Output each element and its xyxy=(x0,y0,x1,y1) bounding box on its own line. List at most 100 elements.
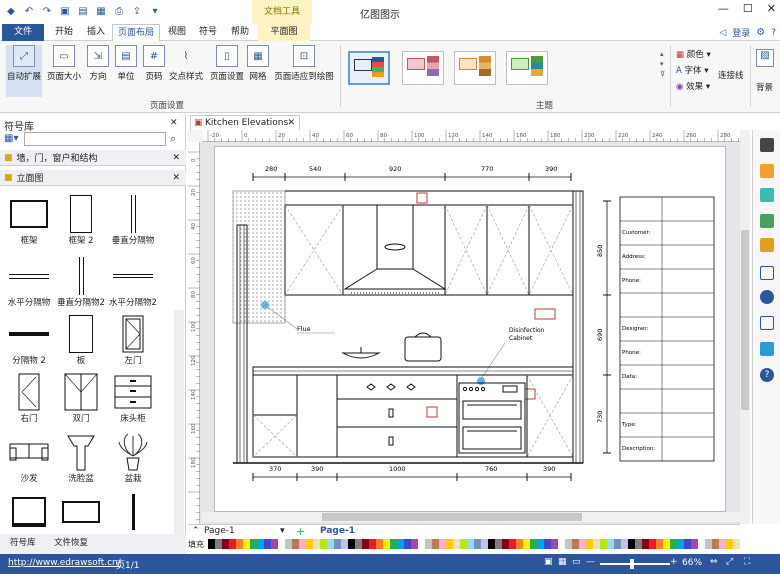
view-normal-icon[interactable]: ▣ xyxy=(544,557,553,567)
panel-close-icon[interactable]: ✕ xyxy=(170,118,178,128)
fit-width-icon[interactable]: ⇔ xyxy=(710,557,718,567)
color-swatch[interactable] xyxy=(712,539,719,549)
document-tab[interactable]: ▣ Kitchen Elevations ✕ xyxy=(190,115,300,130)
color-swatch[interactable] xyxy=(726,539,733,549)
color-swatch[interactable] xyxy=(278,539,285,549)
view-grid-icon[interactable]: ▦ xyxy=(558,557,567,567)
horizontal-scrollbar[interactable] xyxy=(202,512,740,522)
color-swatch[interactable] xyxy=(404,539,411,549)
color-swatch[interactable] xyxy=(614,539,621,549)
color-swatch[interactable] xyxy=(719,539,726,549)
fullscreen-icon[interactable]: ⛶ xyxy=(744,557,750,567)
color-swatch[interactable] xyxy=(432,539,439,549)
symbol-horizontal-divider-2[interactable]: 水平分隔物2 xyxy=(104,256,162,312)
color-swatch[interactable] xyxy=(551,539,558,549)
maximize-icon[interactable]: ☐ xyxy=(743,2,753,15)
color-swatch[interactable] xyxy=(495,539,502,549)
comment-icon[interactable] xyxy=(760,342,774,356)
color-swatch[interactable] xyxy=(523,539,530,549)
color-swatch[interactable] xyxy=(565,539,572,549)
color-option[interactable]: ▦ 颜色 ▾ xyxy=(676,47,711,63)
color-swatch[interactable] xyxy=(698,539,705,549)
settings-icon[interactable]: ⚙ xyxy=(756,27,765,38)
color-swatch[interactable] xyxy=(516,539,523,549)
search-icon[interactable]: ⌕ xyxy=(170,132,176,146)
view-page-icon[interactable]: ▭ xyxy=(572,557,581,567)
page-setup-button[interactable]: ▯ 页面设置 xyxy=(208,45,246,82)
close-icon[interactable]: ✕ xyxy=(767,2,776,15)
color-swatch[interactable] xyxy=(229,539,236,549)
library-scrollbar[interactable] xyxy=(174,310,184,542)
app-logo-icon[interactable]: ◆ xyxy=(4,4,18,18)
horizontal-scroll-thumb[interactable] xyxy=(322,513,582,521)
symbol-vertical-divider-2[interactable]: 垂直分隔物2 xyxy=(52,256,110,312)
symbol-board[interactable]: 板 xyxy=(52,314,110,370)
tab-file-recovery[interactable]: 文件恢复 xyxy=(54,536,88,548)
open-icon[interactable]: ▤ xyxy=(76,4,90,18)
color-swatch[interactable] xyxy=(376,539,383,549)
color-swatch[interactable] xyxy=(691,539,698,549)
color-swatch[interactable] xyxy=(544,539,551,549)
color-swatch[interactable] xyxy=(355,539,362,549)
zoom-out-icon[interactable]: — xyxy=(586,557,595,567)
color-swatch[interactable] xyxy=(306,539,313,549)
color-swatch[interactable] xyxy=(530,539,537,549)
new-icon[interactable]: ▣ xyxy=(58,4,72,18)
tab-help[interactable]: 帮助 xyxy=(226,24,254,41)
theme-option-2[interactable] xyxy=(402,51,444,85)
disinfection-marker[interactable] xyxy=(477,377,485,385)
effect-option[interactable]: ◉ 效果 ▾ xyxy=(676,79,711,95)
color-swatch[interactable] xyxy=(348,539,355,549)
image-icon[interactable] xyxy=(760,214,774,228)
page-dropdown-icon[interactable]: ▾ xyxy=(280,526,285,536)
color-swatch[interactable] xyxy=(733,539,740,549)
background-icon[interactable]: ▨ xyxy=(756,49,774,67)
color-swatch[interactable] xyxy=(313,539,320,549)
fill-icon[interactable] xyxy=(760,164,774,178)
color-swatches[interactable] xyxy=(208,539,740,549)
color-swatch[interactable] xyxy=(600,539,607,549)
color-swatch[interactable] xyxy=(292,539,299,549)
color-swatch[interactable] xyxy=(285,539,292,549)
color-swatch[interactable] xyxy=(215,539,222,549)
color-swatch[interactable] xyxy=(474,539,481,549)
color-swatch[interactable] xyxy=(628,539,635,549)
color-swatch[interactable] xyxy=(390,539,397,549)
color-swatch[interactable] xyxy=(467,539,474,549)
page-tab-1[interactable]: Page-1 xyxy=(320,526,355,536)
color-swatch[interactable] xyxy=(299,539,306,549)
color-swatch[interactable] xyxy=(250,539,257,549)
symbol-nightstand[interactable]: 床头柜 xyxy=(104,372,162,428)
color-swatch[interactable] xyxy=(334,539,341,549)
share-icon[interactable]: ◁ xyxy=(719,28,726,38)
color-swatch[interactable] xyxy=(446,539,453,549)
color-swatch[interactable] xyxy=(579,539,586,549)
color-swatch[interactable] xyxy=(362,539,369,549)
page-icon[interactable] xyxy=(760,266,774,280)
color-swatch[interactable] xyxy=(411,539,418,549)
tab-symbol-library[interactable]: 符号库 xyxy=(10,536,36,548)
color-swatch[interactable] xyxy=(621,539,628,549)
color-swatch[interactable] xyxy=(663,539,670,549)
symbol-right-door[interactable]: 右门 xyxy=(0,372,58,428)
page-selector[interactable]: Page-1 xyxy=(204,526,235,536)
color-swatch[interactable] xyxy=(670,539,677,549)
color-swatch[interactable] xyxy=(243,539,250,549)
color-swatch[interactable] xyxy=(649,539,656,549)
section-close-icon[interactable]: ✕ xyxy=(172,173,180,183)
symbol-window[interactable] xyxy=(52,492,110,532)
color-swatch[interactable] xyxy=(509,539,516,549)
color-swatch[interactable] xyxy=(222,539,229,549)
format-painter-icon[interactable] xyxy=(760,138,774,152)
help-icon[interactable]: ? xyxy=(771,28,776,38)
vertical-scrollbar[interactable] xyxy=(740,130,750,524)
color-swatch[interactable] xyxy=(460,539,467,549)
color-swatch[interactable] xyxy=(208,539,215,549)
theme-option-4[interactable] xyxy=(506,51,548,85)
color-swatch[interactable] xyxy=(264,539,271,549)
document-close-icon[interactable]: ✕ xyxy=(287,116,295,130)
color-swatch[interactable] xyxy=(327,539,334,549)
color-swatch[interactable] xyxy=(684,539,691,549)
symbol-frame-2[interactable]: 框架 2 xyxy=(52,194,110,250)
tab-file[interactable]: 文件 xyxy=(2,24,44,41)
